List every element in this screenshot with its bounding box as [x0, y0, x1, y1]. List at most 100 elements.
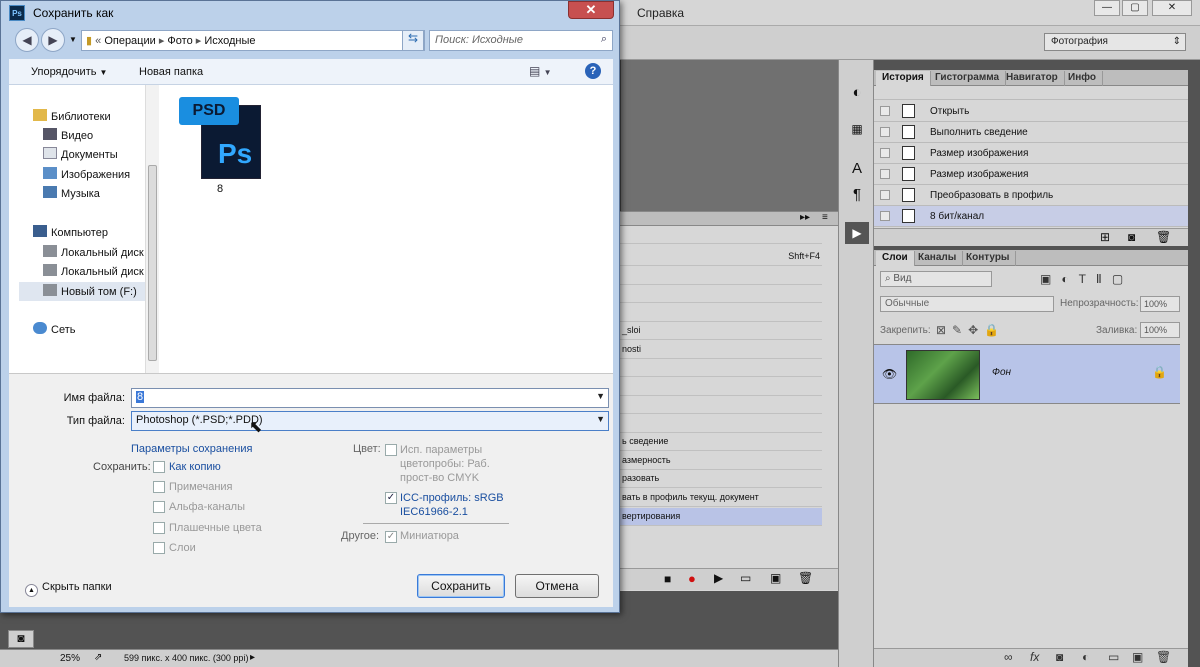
history-item[interactable]: Открыть: [874, 101, 1188, 122]
nav-item-local-disk-1[interactable]: Локальный диск: [43, 245, 155, 263]
nav-item-new-volume[interactable]: Новый том (F:): [19, 282, 155, 301]
notes-checkbox[interactable]: [153, 481, 165, 493]
as-copy-label[interactable]: Как копию: [169, 461, 221, 473]
minimize-button[interactable]: —: [1094, 0, 1120, 16]
file-item[interactable]: Ps PSD 8: [179, 97, 263, 197]
actions-play-icon[interactable]: ▶: [845, 222, 869, 244]
save-button[interactable]: Сохранить: [417, 574, 505, 598]
trash-icon[interactable]: 🗑: [1156, 230, 1171, 244]
refresh-button[interactable]: ⇆: [402, 30, 424, 51]
back-button[interactable]: ◀: [15, 28, 39, 52]
checkbox[interactable]: [880, 148, 890, 158]
icc-checkbox[interactable]: ✓: [385, 492, 397, 504]
filetype-select[interactable]: Photoshop (*.PSD;*.PDD) ▼: [131, 411, 609, 431]
new-action-icon[interactable]: ▣: [770, 571, 781, 585]
overflow-icon[interactable]: «: [95, 35, 104, 47]
record-icon[interactable]: ●: [688, 571, 696, 586]
alpha-checkbox[interactable]: [153, 501, 165, 513]
panel-menu-icon[interactable]: ≡: [822, 212, 828, 223]
icc-label[interactable]: ICC-профиль: sRGB IEC61966-2.1: [400, 491, 510, 519]
search-input[interactable]: Поиск: Исходные ⌕: [429, 30, 613, 51]
fill-input[interactable]: 100%: [1140, 322, 1180, 338]
actions-row-4[interactable]: азмерность: [620, 452, 822, 470]
tab-channels[interactable]: Каналы: [912, 251, 964, 266]
close-button[interactable]: ✕: [568, 1, 614, 19]
organize-button[interactable]: Упорядочить ▼: [31, 66, 107, 78]
checkbox[interactable]: [880, 211, 890, 221]
proof-checkbox[interactable]: [385, 444, 397, 456]
history-snapshot[interactable]: [874, 86, 1188, 100]
checkbox[interactable]: [880, 169, 890, 179]
tab-histogram[interactable]: Гистограмма: [929, 71, 1007, 86]
lock-icons[interactable]: ⊠✎✥🔒: [936, 323, 1005, 337]
actions-row[interactable]: [620, 267, 822, 285]
checkbox[interactable]: [880, 127, 890, 137]
stop-icon[interactable]: ■: [664, 572, 671, 586]
actions-row[interactable]: [620, 378, 822, 396]
tab-paths[interactable]: Контуры: [960, 251, 1017, 266]
nav-item-video[interactable]: Видео: [43, 128, 93, 146]
nav-item-computer[interactable]: Компьютер: [33, 225, 108, 243]
mask-icon[interactable]: ◙: [1056, 650, 1063, 664]
collapse-icon[interactable]: ▸▸: [800, 212, 810, 223]
zoom-value[interactable]: 25%: [60, 653, 80, 664]
tab-history[interactable]: История: [876, 71, 931, 86]
layer-filter-select[interactable]: ⌕ Вид: [880, 271, 992, 287]
breadcrumb-1[interactable]: Операции: [104, 35, 155, 47]
paragraph-icon[interactable]: ¶: [845, 184, 869, 206]
tab-info[interactable]: Инфо: [1062, 71, 1103, 86]
layer-name[interactable]: Фон: [992, 367, 1011, 378]
character-icon[interactable]: A: [845, 158, 869, 180]
actions-row-2[interactable]: nosti: [620, 341, 822, 359]
nav-item-music[interactable]: Музыка: [43, 186, 100, 204]
actions-row-3[interactable]: ь сведение: [620, 433, 822, 451]
hide-folders-button[interactable]: ▲ Скрыть папки: [25, 581, 112, 597]
workspace-select[interactable]: Фотография ⇕: [1044, 33, 1186, 51]
link-icon[interactable]: ∞: [1004, 650, 1013, 664]
save-options-link[interactable]: Параметры сохранения: [131, 443, 252, 455]
actions-row-6[interactable]: вать в профиль текущ. документ: [620, 489, 822, 507]
forward-button[interactable]: ▶: [41, 28, 65, 52]
chevron-right-icon[interactable]: ▸: [250, 652, 255, 663]
cancel-button[interactable]: Отмена: [515, 574, 599, 598]
maximize-button[interactable]: ▢: [1122, 0, 1148, 16]
tab-navigator[interactable]: Навигатор: [1000, 71, 1065, 86]
new-layer-icon[interactable]: ▣: [1132, 650, 1143, 664]
help-icon[interactable]: ?: [585, 63, 601, 79]
nav-item-libraries[interactable]: Библиотеки: [33, 109, 111, 127]
fx-icon[interactable]: fx: [1030, 650, 1039, 664]
chevron-down-icon[interactable]: ▼: [596, 391, 605, 401]
checkbox[interactable]: [880, 106, 890, 116]
chevron-down-icon[interactable]: ▼: [596, 414, 605, 424]
scrollbar-thumb[interactable]: [148, 165, 157, 361]
tab-layers[interactable]: Слои: [876, 251, 915, 266]
layer-filter-icons[interactable]: ▣◐TⅡ▢: [1040, 272, 1133, 286]
menu-help[interactable]: Справка: [637, 6, 684, 20]
actions-row[interactable]: [620, 285, 822, 303]
history-item[interactable]: Размер изображения: [874, 164, 1188, 185]
nav-item-network[interactable]: Сеть: [33, 322, 75, 340]
actions-row-1[interactable]: _sloi: [620, 322, 822, 340]
new-document-icon[interactable]: ⊞: [1100, 230, 1110, 244]
adjustment-icon[interactable]: ◐: [1082, 650, 1089, 664]
address-bar[interactable]: ▮ « Операции ▸ Фото ▸ Исходные ▼: [81, 30, 425, 51]
history-item[interactable]: Преобразовать в профиль: [874, 185, 1188, 206]
history-item-selected[interactable]: 8 бит/канал: [874, 206, 1188, 227]
eye-icon[interactable]: 👁: [882, 367, 897, 381]
layers-checkbox[interactable]: [153, 542, 165, 554]
actions-row[interactable]: [620, 415, 822, 433]
history-item[interactable]: Выполнить сведение: [874, 122, 1188, 143]
actions-row[interactable]: [620, 396, 822, 414]
nav-scrollbar[interactable]: [145, 85, 159, 373]
trash-icon[interactable]: 🗑: [798, 571, 813, 585]
group-icon[interactable]: ▭: [1108, 650, 1119, 664]
adjust-icon[interactable]: ◐: [845, 82, 869, 104]
breadcrumb-3[interactable]: Исходные: [204, 35, 255, 47]
thumbnail-checkbox[interactable]: ✓: [385, 531, 397, 543]
history-dropdown-icon[interactable]: ▼: [69, 35, 77, 44]
nav-item-local-disk-2[interactable]: Локальный диск: [43, 264, 155, 282]
play-icon[interactable]: ▶: [714, 571, 723, 585]
actions-row-7[interactable]: вертирования: [620, 508, 822, 526]
camera-icon[interactable]: ◙: [1128, 230, 1135, 244]
trash-icon[interactable]: 🗑: [1156, 650, 1171, 664]
